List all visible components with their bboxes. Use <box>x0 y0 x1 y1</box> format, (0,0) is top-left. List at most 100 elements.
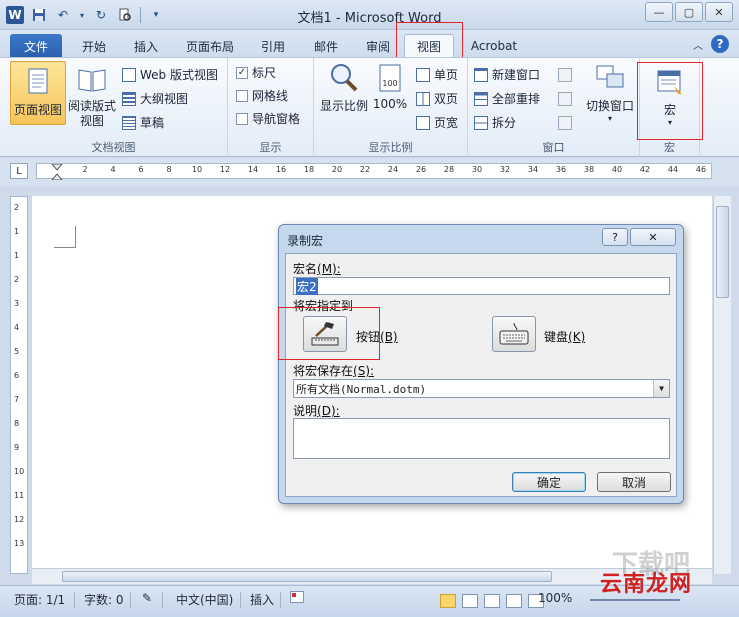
reading-layout-button[interactable]: 阅读版式 视图 <box>66 64 118 129</box>
tab-insert[interactable]: 插入 <box>128 34 164 58</box>
tab-mailings[interactable]: 邮件 <box>308 34 344 58</box>
arrange-all-button[interactable]: 全部重排 <box>474 90 540 107</box>
gridlines-checkbox[interactable]: 网格线 <box>236 87 288 104</box>
store-macro-select[interactable]: 所有文档(Normal.dotm) ▼ <box>293 379 670 398</box>
print-layout-view-icon[interactable] <box>440 594 456 608</box>
status-language[interactable]: 中文(中国) <box>176 591 233 608</box>
vertical-scrollbar[interactable] <box>713 196 731 574</box>
vruler-mark: 10 <box>14 467 25 476</box>
indent-marker-icon[interactable] <box>51 164 63 180</box>
draft-icon <box>122 115 136 130</box>
minimize-button[interactable]: — <box>645 2 673 22</box>
button-option-key: (B) <box>380 330 398 344</box>
group-label-show: 显示 <box>259 141 282 154</box>
view-side-by-side-icon[interactable] <box>558 68 572 82</box>
maximize-button[interactable]: ▢ <box>675 2 703 22</box>
tab-home[interactable]: 开始 <box>76 34 112 58</box>
outline-button[interactable]: 大纲视图 <box>122 90 188 107</box>
ruler-mark: 22 <box>359 165 371 174</box>
tab-review[interactable]: 审阅 <box>360 34 396 58</box>
ruler-mark: 42 <box>639 165 651 174</box>
proofing-icon[interactable]: ✎ <box>142 591 152 605</box>
status-insert-mode[interactable]: 插入 <box>250 591 274 608</box>
page-width-icon <box>416 115 430 130</box>
tab-selector[interactable]: L <box>10 163 28 179</box>
highlight-view-tab <box>396 22 463 58</box>
ruler-mark: 46 <box>695 165 707 174</box>
macro-name-text: 宏名 <box>293 262 318 276</box>
draft-button[interactable]: 草稿 <box>122 114 164 131</box>
keyboard-option-key: (K) <box>568 330 586 344</box>
description-textarea[interactable] <box>293 418 670 459</box>
ruler-mark: 8 <box>166 165 172 174</box>
dialog-help-button[interactable]: ? <box>602 228 628 246</box>
dialog-close-button[interactable]: ✕ <box>630 228 676 246</box>
sync-scroll-icon[interactable] <box>558 92 572 106</box>
status-zoom-level[interactable]: 100% <box>538 591 572 605</box>
one-page-button[interactable]: 单页 <box>416 66 458 83</box>
tab-page-layout[interactable]: 页面布局 <box>180 34 240 58</box>
ruler-mark: 40 <box>611 165 623 174</box>
one-page-icon <box>416 67 430 82</box>
help-icon[interactable]: ? <box>711 35 729 53</box>
ruler-label: 标尺 <box>252 66 277 80</box>
magnifier-icon <box>331 64 358 92</box>
macro-name-input[interactable]: 宏2 <box>293 277 670 295</box>
tab-file[interactable]: 文件 <box>10 34 62 58</box>
outline-view-icon[interactable] <box>506 594 522 608</box>
status-page[interactable]: 页面: 1/1 <box>14 591 65 608</box>
page-width-label: 页宽 <box>434 116 459 130</box>
horizontal-scroll-thumb[interactable] <box>62 571 552 582</box>
reading-layout-label: 阅读版式 视图 <box>67 99 116 128</box>
ruler-mark: 34 <box>527 165 539 174</box>
print-layout-button[interactable]: 页面视图 <box>10 61 66 125</box>
window-title: 文档1 - Microsoft Word <box>297 11 442 26</box>
print-layout-label: 页面视图 <box>13 103 62 117</box>
tab-acrobat[interactable]: Acrobat <box>464 34 524 58</box>
minimize-ribbon-icon[interactable]: ︿ <box>693 37 703 52</box>
nav-pane-checkbox[interactable]: 导航窗格 <box>236 110 300 127</box>
vruler-mark: 6 <box>14 371 20 380</box>
ruler-mark: 28 <box>443 165 455 174</box>
highlight-button-option <box>278 307 380 360</box>
ruler-mark: 30 <box>471 165 483 174</box>
horizontal-ruler[interactable]: 2 4 6 8 10 12 14 16 18 20 22 24 26 28 30 32 34 36 38 40 42 44… <box>36 163 712 180</box>
cancel-button[interactable]: 取消 <box>597 472 671 492</box>
new-window-button[interactable]: 新建窗口 <box>474 66 540 83</box>
status-words[interactable]: 字数: 0 <box>84 591 124 608</box>
two-pages-button[interactable]: 双页 <box>416 90 458 107</box>
split-label: 拆分 <box>492 116 517 130</box>
web-layout-button[interactable]: Web 版式视图 <box>122 66 218 83</box>
vertical-scroll-thumb[interactable] <box>716 206 729 298</box>
reset-window-icon[interactable] <box>558 116 572 130</box>
split-button[interactable]: 拆分 <box>474 114 516 131</box>
new-window-icon <box>474 67 488 82</box>
group-label-zoom: 显示比例 <box>368 141 413 154</box>
full-screen-view-icon[interactable] <box>462 594 478 608</box>
vruler-mark: 4 <box>14 323 20 332</box>
ruler-checkbox[interactable]: ✓ 标尺 <box>236 64 276 81</box>
ok-button[interactable]: 确定 <box>512 472 586 492</box>
zoom-slider[interactable] <box>590 599 680 601</box>
ruler-mark: 2 <box>82 165 88 174</box>
store-dropdown-icon[interactable]: ▼ <box>653 380 669 397</box>
tab-references[interactable]: 引用 <box>255 34 291 58</box>
zoom-100-button[interactable]: 100 100% <box>370 62 410 111</box>
ruler-mark: 14 <box>247 165 259 174</box>
vruler-mark: 8 <box>14 419 20 428</box>
outline-label: 大纲视图 <box>140 92 189 106</box>
macro-record-icon[interactable] <box>290 591 304 603</box>
close-button[interactable]: ✕ <box>705 2 733 22</box>
ruler-mark: 18 <box>303 165 315 174</box>
page-width-button[interactable]: 页宽 <box>416 114 458 131</box>
assign-to-keyboard[interactable] <box>492 316 536 352</box>
draft-label: 草稿 <box>140 116 165 130</box>
ruler-mark: 36 <box>555 165 567 174</box>
switch-windows-button[interactable]: 切换窗口 ▾ <box>584 62 636 123</box>
zoom-button[interactable]: 显示比例 <box>318 62 370 114</box>
print-layout-icon <box>28 68 48 94</box>
group-label-macros: 宏 <box>664 141 675 154</box>
vruler-mark: 1 <box>14 251 20 260</box>
vertical-ruler[interactable]: 2 1 1 2 3 4 5 6 7 8 9 10 11 12 13 <box>10 196 28 574</box>
web-view-icon[interactable] <box>484 594 500 608</box>
